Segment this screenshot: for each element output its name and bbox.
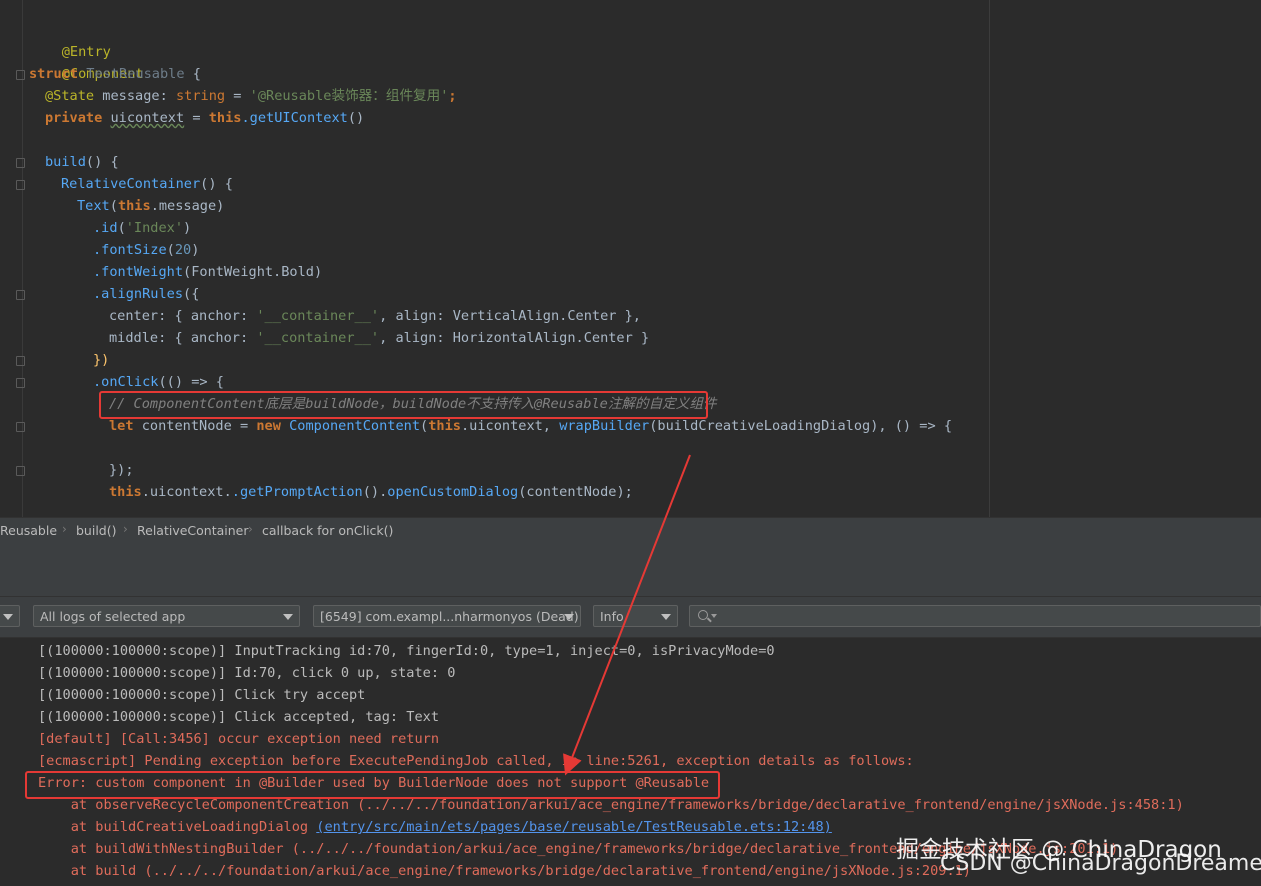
fold-marker-icon[interactable]	[16, 290, 25, 300]
device-select[interactable]	[0, 605, 20, 627]
fold-marker-icon[interactable]	[16, 466, 25, 476]
code-line: })	[93, 352, 110, 368]
code-comment: // ComponentContent底层是buildNode，buildNod…	[109, 396, 717, 412]
code-editor[interactable]: @Entry @Component struct TestReusable { …	[0, 0, 1261, 517]
code-line: .onClick(() => {	[93, 374, 224, 390]
fold-marker-icon[interactable]	[16, 70, 25, 80]
code-line: private uicontext = this.getUIContext()	[45, 110, 365, 126]
chevron-down-icon	[564, 614, 574, 620]
tool-window-header	[0, 543, 1261, 569]
log-line-error: at observeRecycleComponentCreation (../.…	[38, 797, 1184, 813]
code-line: center: { anchor: '__container__', align…	[109, 308, 641, 324]
chevron-down-icon	[3, 614, 13, 620]
log-line-error: at buildCreativeLoadingDialog (entry/src…	[38, 819, 832, 835]
log-line: [(100000:100000:scope)] InputTracking id…	[38, 643, 775, 659]
breadcrumb-item[interactable]: callback for onClick()	[262, 523, 393, 538]
log-filter-label: All logs of selected app	[40, 609, 186, 624]
code-line: .id('Index')	[93, 220, 192, 236]
fold-marker-icon[interactable]	[16, 422, 25, 432]
chevron-right-icon: ›	[248, 522, 253, 536]
chevron-right-icon: ›	[123, 522, 128, 536]
log-level-select[interactable]: Info	[593, 605, 678, 627]
breadcrumb: Reusable › build() › RelativeContainer ›…	[0, 517, 1261, 544]
log-line: [(100000:100000:scope)] Click try accept	[38, 687, 366, 703]
fold-marker-icon[interactable]	[16, 180, 25, 190]
breadcrumb-item[interactable]: build()	[76, 523, 117, 538]
chevron-down-icon	[711, 614, 717, 618]
code-line: struct TestReusable {	[29, 66, 201, 82]
fold-marker-icon[interactable]	[16, 356, 25, 366]
chevron-down-icon	[283, 614, 293, 620]
log-search-input[interactable]	[689, 605, 1261, 627]
log-line-error: Error: custom component in @Builder used…	[38, 775, 710, 791]
code-line: let contentNode = new ComponentContent(t…	[109, 418, 953, 434]
fold-marker-icon[interactable]	[16, 378, 25, 388]
code-line: Text(this.message)	[77, 198, 225, 214]
log-line-error: [ecmascript] Pending exception before Ex…	[38, 753, 914, 769]
fold-marker-icon[interactable]	[16, 158, 25, 168]
breadcrumb-item[interactable]: Reusable	[0, 523, 57, 538]
process-select[interactable]: [6549] com.exampl...nharmonyos (Dead)	[313, 605, 581, 627]
code-line: this.uicontext..getPromptAction().openCu…	[109, 484, 633, 500]
chevron-down-icon	[661, 614, 671, 620]
code-line: @Entry	[61, 44, 111, 60]
code-line: @State message: string = '@Reusable装饰器：组…	[45, 88, 457, 104]
right-margin-guide	[989, 0, 990, 517]
search-icon	[698, 610, 708, 620]
code-line: .fontSize(20)	[93, 242, 200, 258]
code-line: .alignRules({	[93, 286, 200, 302]
log-toolbar: All logs of selected app [6549] com.exam…	[0, 597, 1261, 638]
code-line: @Component	[61, 66, 144, 82]
log-filter-select[interactable]: All logs of selected app	[33, 605, 300, 627]
code-line: });	[109, 462, 134, 478]
code-line: middle: { anchor: '__container__', align…	[109, 330, 650, 346]
code-line: RelativeContainer() {	[61, 176, 233, 192]
code-line: build() {	[45, 154, 119, 170]
log-line: [(100000:100000:scope)] Id:70, click 0 u…	[38, 665, 456, 681]
chevron-right-icon: ›	[62, 522, 67, 536]
watermark-csdn: CSDN @ChinaDragonDreamer	[940, 851, 1261, 876]
code-line: .fontWeight(FontWeight.Bold)	[93, 264, 323, 280]
log-line-error: [default] [Call:3456] occur exception ne…	[38, 731, 440, 747]
source-link[interactable]: (entry/src/main/ets/pages/base/reusable/…	[316, 819, 832, 835]
process-label: [6549] com.exampl...nharmonyos (Dead)	[320, 609, 579, 624]
log-line-error: at build (../../../foundation/arkui/ace_…	[38, 863, 971, 879]
tool-window-tabs	[0, 569, 1261, 597]
log-line: [(100000:100000:scope)] Click accepted, …	[38, 709, 440, 725]
log-level-label: Info	[600, 609, 624, 624]
breadcrumb-item[interactable]: RelativeContainer	[137, 523, 249, 538]
